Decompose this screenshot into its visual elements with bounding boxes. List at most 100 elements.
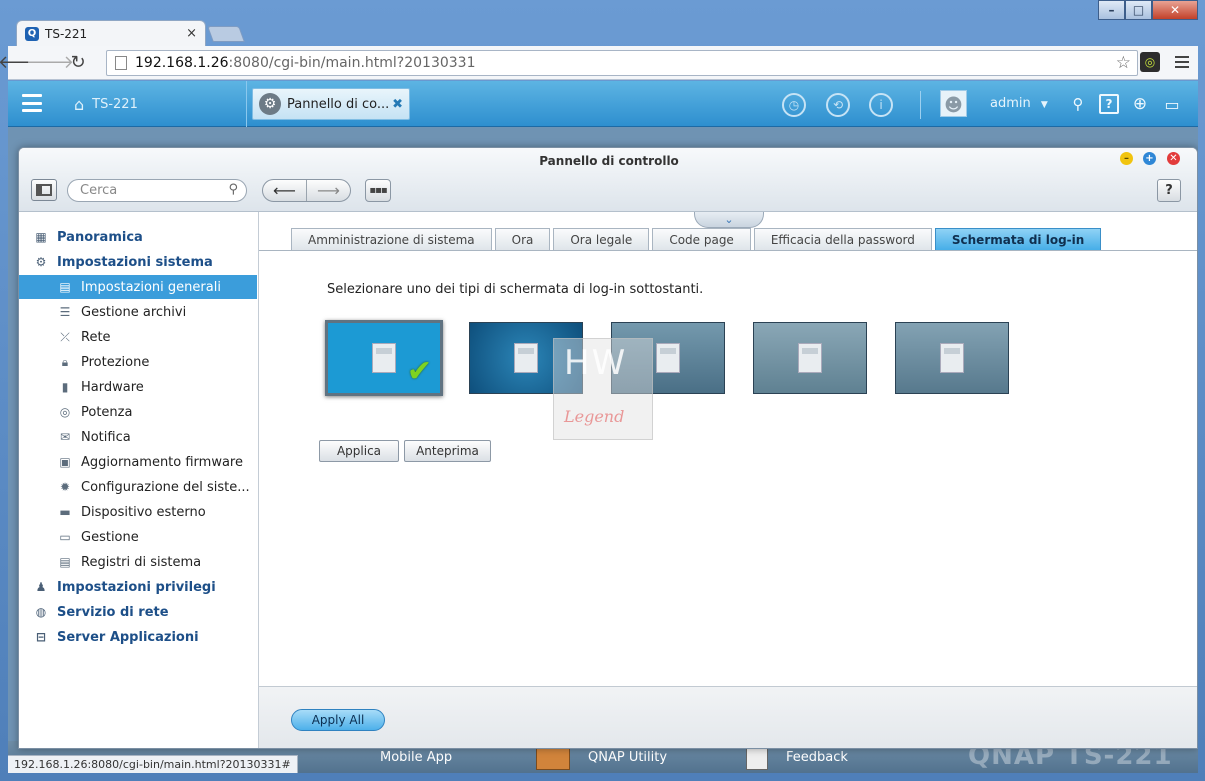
dock-label-qnap-utility: QNAP Utility	[588, 749, 668, 765]
sidebar-item-3[interactable]: ☰ Gestione archivi	[19, 300, 257, 324]
settings-sidebar: ▦ Panoramica ⚙ Impostazioni sistema ▤ Imposta…	[19, 212, 259, 748]
cp-maximize-button[interactable]: +	[1143, 152, 1156, 165]
sidebar-item-label: Rete	[81, 329, 111, 345]
language-globe-icon[interactable]: ⊕	[1130, 94, 1150, 114]
forward-button[interactable]: 🡒	[26, 49, 74, 77]
user-caret-icon: ▼	[1040, 100, 1048, 110]
search-input[interactable]: Cerca ⚲	[67, 179, 247, 202]
browser-menu-icon[interactable]	[1172, 52, 1192, 72]
qnap-favicon-icon: Q	[25, 26, 39, 41]
tab-2[interactable]: Ora legale	[553, 228, 650, 250]
address-bar[interactable]: 192.168.1.26:8080/cgi-bin/main.html?2013…	[106, 50, 1138, 76]
sidebar-item-5[interactable]: 🔒︎ Protezione	[19, 350, 257, 374]
nav-back-button[interactable]: ⟵	[263, 180, 306, 201]
tab-0[interactable]: Amministrazione di sistema	[291, 228, 492, 250]
tab-5[interactable]: Schermata di log-in	[934, 228, 1102, 250]
lock-icon: 🔒︎	[61, 354, 69, 369]
user-avatar[interactable]: ☻	[940, 90, 967, 117]
inbox-icon: ⊟	[35, 630, 47, 644]
tab-strip: Q TS-221 ×	[0, 0, 1205, 46]
sidebar-item-13[interactable]: ▤ Registri di sistema	[19, 550, 257, 574]
cp-minimize-button[interactable]: –	[1120, 152, 1133, 165]
grid-view-button[interactable]: ▪▪▪	[365, 179, 391, 202]
extension-icon[interactable]: ◎	[1140, 52, 1160, 72]
browser-tab[interactable]: Q TS-221 ×	[16, 20, 206, 46]
history-nav: ⟵ ⟶	[262, 179, 351, 202]
sidebar-item-2[interactable]: ▤ Impostazioni generali	[19, 275, 257, 299]
settings-content: ⌄ Amministrazione di sistema Ora Ora legal…	[259, 212, 1197, 748]
login-screen-instruction: Selezionare uno dei tipi di schermata di…	[327, 282, 704, 297]
main-menu-icon[interactable]	[22, 94, 42, 112]
network-icon: ⤫	[60, 329, 70, 344]
apply-button[interactable]: Applica	[319, 440, 399, 462]
settings-doc-icon: ▤	[59, 280, 71, 294]
hardware-icon: ▮	[61, 380, 69, 394]
sidebar-item-label: Impostazioni generali	[81, 279, 221, 295]
taskbar-label: Pannello di co...	[287, 96, 390, 112]
search-icon[interactable]: ⚲	[1068, 94, 1088, 114]
help-icon[interactable]: ?	[1099, 94, 1119, 114]
event-info-icon[interactable]: i	[869, 93, 893, 117]
page-viewport: ⌂ TS-221 ⚙ Pannello di co... ✖ ◷ ⟲ i ☻ a…	[8, 81, 1198, 773]
taskbar-control-panel[interactable]: ⚙ Pannello di co... ✖	[252, 88, 410, 120]
sidebar-item-0[interactable]: ▦ Panoramica	[19, 225, 257, 249]
settings-tabs: Amministrazione di sistema Ora Ora legale C…	[291, 228, 1104, 250]
external-device-icon: ▬	[59, 505, 71, 519]
tab-3[interactable]: Code page	[652, 228, 751, 250]
sidebar-item-16[interactable]: ⊟ Server Applicazioni	[19, 625, 257, 649]
preview-button[interactable]: Anteprima	[404, 440, 491, 462]
home-label: TS-221	[92, 97, 138, 112]
login-template-5[interactable]	[895, 322, 1009, 394]
external-device-status-icon[interactable]: ⟲	[826, 93, 850, 117]
content-footer: Apply All	[259, 686, 1197, 748]
sidebar-item-14[interactable]: ♟ Impostazioni privilegi	[19, 575, 257, 599]
top-bar-divider-right	[920, 91, 921, 119]
new-tab-button[interactable]	[207, 26, 245, 42]
tab-close-icon[interactable]: ×	[186, 26, 197, 41]
home-link[interactable]: ⌂ TS-221	[74, 95, 138, 114]
page-icon	[115, 56, 127, 70]
collapse-chevron-icon[interactable]: ⌄	[694, 212, 764, 228]
control-panel-icon: ⚙	[259, 93, 281, 115]
panel-layout-icon	[36, 184, 52, 196]
cp-close-button[interactable]: ✕	[1167, 152, 1180, 165]
user-menu[interactable]: admin ▼	[990, 96, 1048, 111]
url-host: 192.168.1.26	[135, 55, 229, 71]
sidebar-item-10[interactable]: ✹ Configurazione del siste...	[19, 475, 257, 499]
reload-button[interactable]: ↻	[64, 49, 92, 77]
login-template-4[interactable]	[753, 322, 867, 394]
nav-forward-button[interactable]: ⟶	[306, 180, 350, 201]
login-card-icon	[372, 343, 396, 373]
tab-4[interactable]: Efficacia della password	[753, 228, 932, 250]
tab-1[interactable]: Ora	[494, 228, 551, 250]
desktop-preferences-icon[interactable]: ▭	[1162, 94, 1182, 114]
sidebar-item-9[interactable]: ▣ Aggiornamento firmware	[19, 450, 257, 474]
sidebar-item-1[interactable]: ⚙ Impostazioni sistema	[19, 250, 257, 274]
cp-help-button[interactable]: ?	[1157, 179, 1181, 202]
dock-label-feedback: Feedback	[786, 749, 848, 765]
sidebar-item-15[interactable]: ◍ Servizio di rete	[19, 600, 257, 624]
sidebar-toggle-button[interactable]	[31, 179, 57, 201]
sidebar-item-4[interactable]: ⤫ Rete	[19, 325, 257, 349]
background-tasks-icon[interactable]: ◷	[782, 93, 806, 117]
qnap-top-bar: ⌂ TS-221 ⚙ Pannello di co... ✖ ◷ ⟲ i ☻ a…	[8, 81, 1198, 127]
user-name: admin	[990, 96, 1031, 111]
log-icon: ▤	[59, 555, 71, 569]
sidebar-item-label: Notifica	[81, 429, 131, 445]
login-card-icon	[656, 343, 680, 373]
sidebar-item-11[interactable]: ▬ Dispositivo esterno	[19, 500, 257, 524]
sidebar-item-7[interactable]: ◎ Potenza	[19, 400, 257, 424]
sidebar-item-12[interactable]: ▭ Gestione	[19, 525, 257, 549]
user-icon: ♟	[35, 580, 47, 594]
apply-all-button[interactable]: Apply All	[291, 709, 385, 731]
login-card-icon	[940, 343, 964, 373]
taskbar-close-icon[interactable]: ✖	[392, 97, 403, 112]
sidebar-item-6[interactable]: ▮ Hardware	[19, 375, 257, 399]
gear-icon: ⚙	[35, 255, 47, 269]
login-template-1[interactable]: ✔	[325, 320, 443, 396]
browser-window: – □ ✕ Q TS-221 × 🡐 🡒 ↻ 192.168.1.26:8080…	[0, 0, 1205, 781]
sidebar-item-8[interactable]: ✉ Notifica	[19, 425, 257, 449]
bookmark-star-icon[interactable]: ☆	[1116, 53, 1131, 73]
status-bar-url: 192.168.1.26:8080/cgi-bin/main.html?2013…	[8, 755, 298, 773]
bulb-icon: ◎	[59, 405, 71, 419]
